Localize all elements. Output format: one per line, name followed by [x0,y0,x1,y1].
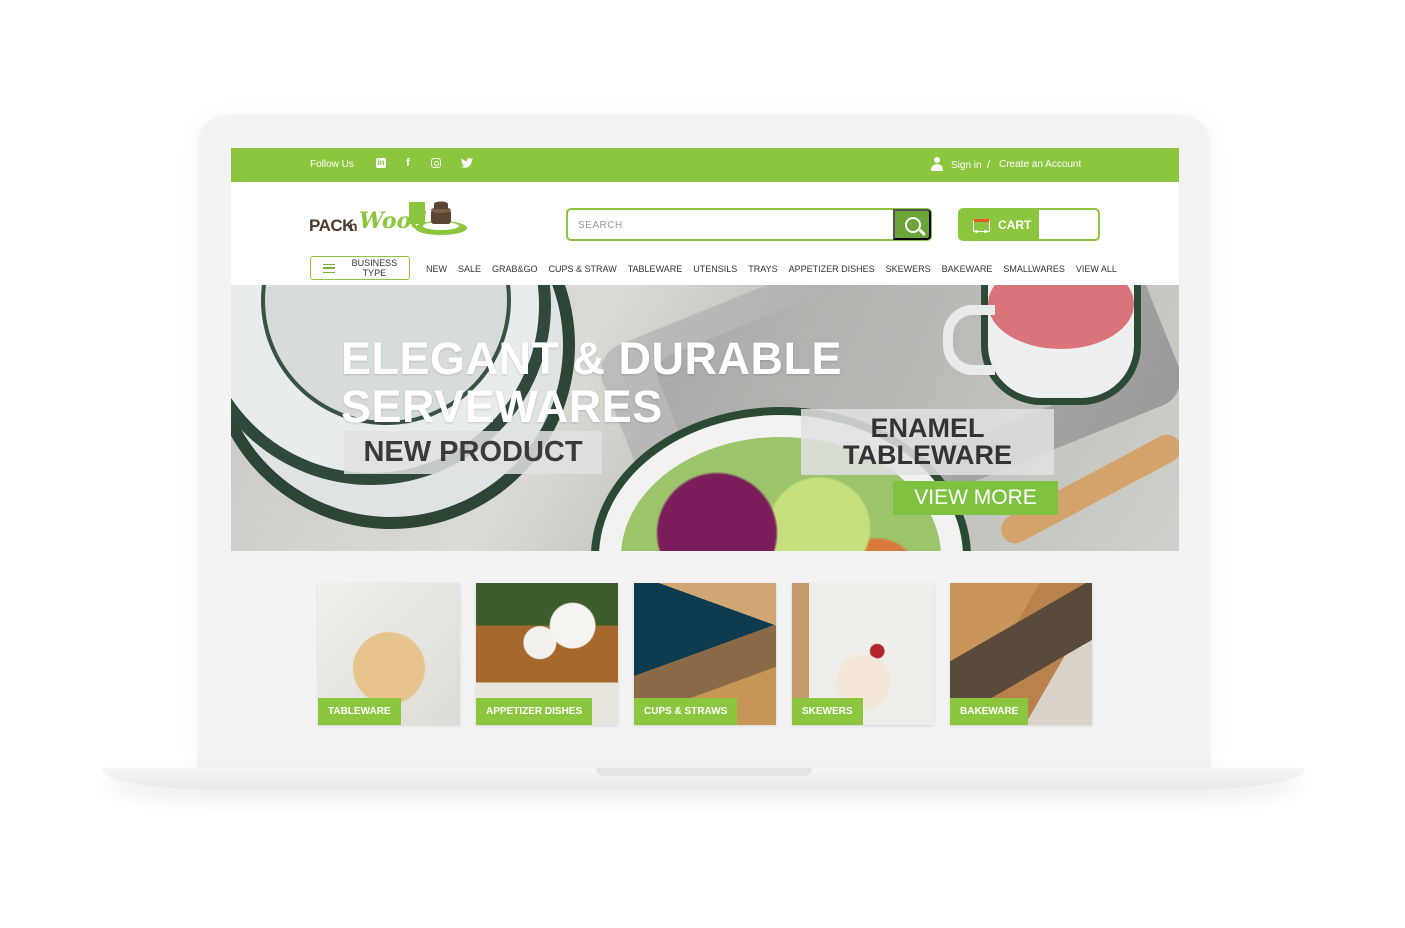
main-nav: NEW SALE GRAB&GO CUPS & STRAW TABLEWARE … [426,264,1128,274]
create-account-link[interactable]: Create an Account [999,159,1081,170]
business-type-label: BUSINESS TYPE [351,258,398,278]
category-label: APPETIZER DISHES [476,698,593,725]
logo-mark-icon [409,201,467,235]
linkedin-icon[interactable]: in [374,156,388,170]
nav-item-view-all[interactable]: VIEW ALL [1076,264,1117,274]
nav-item-smallwares[interactable]: SMALLWARES [1003,264,1065,274]
category-row: TABLEWARE APPETIZER DISHES CUPS & STRAWS… [231,551,1179,752]
instagram-icon[interactable] [429,156,443,170]
top-bar: Follow Us in f Sign in / Create an Accou… [231,148,1179,182]
new-product-tag: NEW PRODUCT [344,431,602,474]
search-icon[interactable] [893,209,931,240]
packnwood-logo[interactable]: PACK n Wood [309,194,474,242]
menu-icon [323,263,335,273]
cart-label-box: CART [960,210,1039,239]
separator: / [987,159,991,171]
cart-button[interactable]: CART [958,208,1100,241]
nav-item-utensils[interactable]: UTENSILS [693,264,737,274]
nav-item-bakeware[interactable]: BAKEWARE [942,264,993,274]
nav-item-grab-go[interactable]: GRAB&GO [492,264,538,274]
category-label: CUPS & STRAWS [634,698,738,725]
hero-banner: ELEGANT & DURABLE SERVEWARES NEW PRODUCT… [231,285,1179,551]
category-tableware[interactable]: TABLEWARE [318,583,460,725]
view-more-button[interactable]: VIEW MORE [893,481,1058,515]
business-type-button[interactable]: BUSINESS TYPE [310,256,410,280]
nav-item-sale[interactable]: SALE [458,264,481,274]
category-label: BAKEWARE [950,698,1029,725]
category-bakeware[interactable]: BAKEWARE [950,583,1092,725]
search-bar [566,208,932,241]
sign-in-link[interactable]: Sign in [951,160,982,171]
nav-item-tableware[interactable]: TABLEWARE [628,264,683,274]
facebook-icon[interactable]: f [401,156,415,170]
search-input[interactable] [578,217,878,233]
category-label: SKEWERS [792,698,863,725]
nav-item-skewers[interactable]: SKEWERS [886,264,931,274]
twitter-icon[interactable] [460,156,474,170]
nav-item-cups-straw[interactable]: CUPS & STRAW [549,264,617,274]
cart-icon [970,217,992,233]
category-skewers[interactable]: SKEWERS [792,583,934,725]
website-screen: Follow Us in f Sign in / Create an Accou… [231,148,1179,752]
nav-item-new[interactable]: NEW [426,264,447,274]
user-icon [930,157,944,172]
follow-us-label: Follow Us [310,159,354,170]
nav-item-trays[interactable]: TRAYS [748,264,777,274]
category-cups-straws[interactable]: CUPS & STRAWS [634,583,776,725]
laptop-notch [596,768,812,776]
category-label: TABLEWARE [318,698,401,725]
cart-label: CART [998,217,1032,232]
enamel-tableware-tag: ENAMEL TABLEWARE [801,409,1054,475]
category-appetizer-dishes[interactable]: APPETIZER DISHES [476,583,618,725]
nav-item-appetizer-dishes[interactable]: APPETIZER DISHES [789,264,875,274]
hero-headline: ELEGANT & DURABLE SERVEWARES [341,333,842,432]
